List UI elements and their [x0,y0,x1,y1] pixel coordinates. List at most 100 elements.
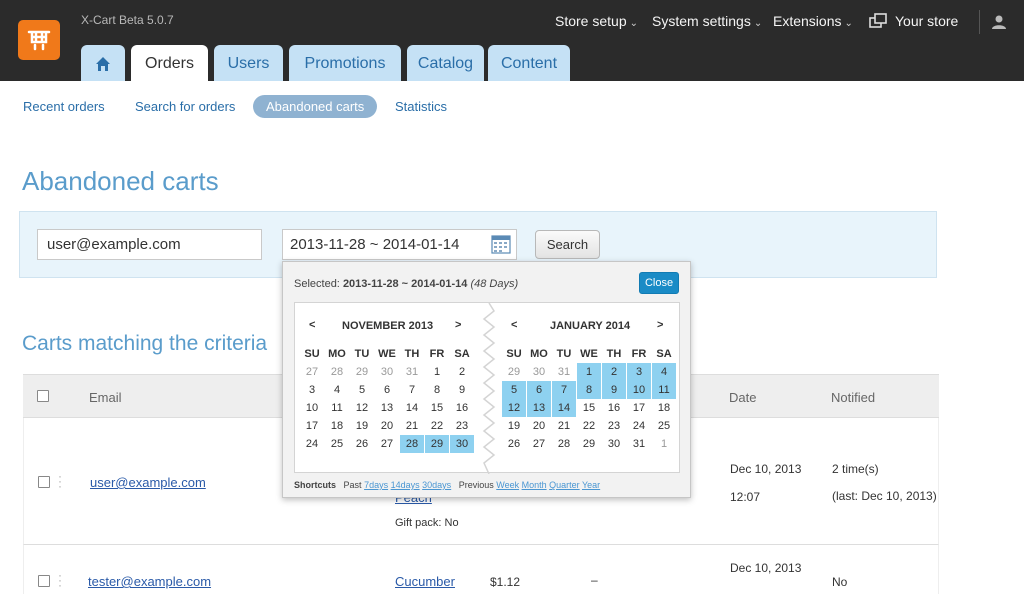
tab-users[interactable]: Users [214,45,283,81]
xcart-logo[interactable] [18,20,60,60]
extensions-menu[interactable]: Extensions ⌄ [773,13,853,29]
calendar-day[interactable]: 15 [425,399,449,417]
calendar-day[interactable]: 30 [375,363,399,381]
calendar-day[interactable]: 22 [425,417,449,435]
calendar-day[interactable]: 27 [527,435,551,453]
calendar-day[interactable]: 20 [375,417,399,435]
calendar-day[interactable]: 18 [652,399,676,417]
subnav-recent-orders[interactable]: Recent orders [23,99,105,114]
calendar-day[interactable]: 12 [502,399,526,417]
shortcut-quarter[interactable]: Quarter [549,480,580,490]
subnav-abandoned-carts[interactable]: Abandoned carts [253,95,378,118]
calendar-day[interactable]: 23 [602,417,626,435]
shortcut-7days[interactable]: 7days [364,480,388,490]
calendar-day[interactable]: 25 [325,435,349,453]
user-icon[interactable] [991,14,1007,30]
calendar-day[interactable]: 2 [602,363,626,381]
shortcut-14days[interactable]: 14days [391,480,420,490]
calendar-day[interactable]: 4 [325,381,349,399]
drag-handle-icon[interactable]: · · · [58,470,62,492]
calendar-day[interactable]: 24 [300,435,324,453]
calendar-day[interactable]: 19 [350,417,374,435]
shortcut-30days[interactable]: 30days [422,480,451,490]
calendar-day[interactable]: 8 [425,381,449,399]
system-settings-menu[interactable]: System settings ⌄ [652,13,762,29]
row-email-link[interactable]: user@example.com [90,475,206,490]
calendar-day[interactable]: 2 [450,363,474,381]
calendar-day[interactable]: 8 [577,381,601,399]
calendar-day[interactable]: 28 [325,363,349,381]
calendar-day[interactable]: 5 [350,381,374,399]
shortcut-year[interactable]: Year [582,480,600,490]
date-range-input[interactable]: 2013-11-28 ~ 2014-01-14 [282,229,517,260]
calendar-day[interactable]: 17 [300,417,324,435]
calendar-day[interactable]: 28 [552,435,576,453]
calendar-day[interactable]: 16 [602,399,626,417]
calendar-day[interactable]: 31 [400,363,424,381]
calendar-icon[interactable] [491,234,511,254]
calendar-day[interactable]: 1 [652,435,676,453]
shortcut-week[interactable]: Week [496,480,519,490]
calendar-day[interactable]: 15 [577,399,601,417]
calendar-day[interactable]: 18 [325,417,349,435]
calendar-day[interactable]: 19 [502,417,526,435]
subnav-statistics[interactable]: Statistics [395,99,447,114]
column-date[interactable]: Date [729,390,756,405]
tab-catalog[interactable]: Catalog [407,45,484,81]
calendar-day[interactable]: 6 [375,381,399,399]
search-button[interactable]: Search [535,230,600,259]
next-month-button[interactable]: > [657,319,663,331]
row-checkbox[interactable] [38,575,50,587]
right-prev-month-button[interactable]: < [511,319,517,331]
calendar-day[interactable]: 9 [602,381,626,399]
subnav-search-orders[interactable]: Search for orders [135,99,235,114]
calendar-day[interactable]: 1 [425,363,449,381]
calendar-day[interactable]: 6 [527,381,551,399]
calendar-day[interactable]: 7 [400,381,424,399]
tab-promotions[interactable]: Promotions [289,45,401,81]
tab-content[interactable]: Content [488,45,570,81]
calendar-day[interactable]: 14 [400,399,424,417]
calendar-day[interactable]: 10 [300,399,324,417]
calendar-day[interactable]: 28 [400,435,424,453]
calendar-day[interactable]: 29 [577,435,601,453]
calendar-day[interactable]: 30 [450,435,474,453]
close-button[interactable]: Close [639,272,679,294]
calendar-day[interactable]: 13 [527,399,551,417]
left-next-month-button[interactable]: > [455,319,461,331]
calendar-day[interactable]: 31 [552,363,576,381]
tab-orders[interactable]: Orders [131,45,208,81]
calendar-day[interactable]: 25 [652,417,676,435]
row-email-link[interactable]: tester@example.com [88,574,211,589]
calendar-day[interactable]: 3 [627,363,651,381]
calendar-day[interactable]: 10 [627,381,651,399]
calendar-day[interactable]: 29 [502,363,526,381]
calendar-day[interactable]: 11 [652,381,676,399]
calendar-day[interactable]: 27 [300,363,324,381]
calendar-day[interactable]: 17 [627,399,651,417]
row-product-link[interactable]: Cucumber [395,574,455,589]
calendar-day[interactable]: 11 [325,399,349,417]
prev-month-button[interactable]: < [309,319,315,331]
calendar-day[interactable]: 31 [627,435,651,453]
calendar-day[interactable]: 30 [602,435,626,453]
calendar-day[interactable]: 5 [502,381,526,399]
calendar-day[interactable]: 26 [350,435,374,453]
calendar-day[interactable]: 20 [527,417,551,435]
calendar-day[interactable]: 13 [375,399,399,417]
calendar-day[interactable]: 24 [627,417,651,435]
calendar-day[interactable]: 4 [652,363,676,381]
select-all-checkbox[interactable] [37,390,49,402]
calendar-day[interactable]: 22 [577,417,601,435]
your-store-link[interactable]: Your store [869,13,958,29]
calendar-day[interactable]: 23 [450,417,474,435]
email-search-input[interactable]: user@example.com [37,229,262,260]
calendar-day[interactable]: 7 [552,381,576,399]
tab-home[interactable] [81,45,125,81]
calendar-day[interactable]: 29 [350,363,374,381]
calendar-day[interactable]: 1 [577,363,601,381]
calendar-day[interactable]: 14 [552,399,576,417]
calendar-day[interactable]: 9 [450,381,474,399]
drag-handle-icon[interactable]: · · · [58,569,62,591]
column-email[interactable]: Email [89,390,122,405]
